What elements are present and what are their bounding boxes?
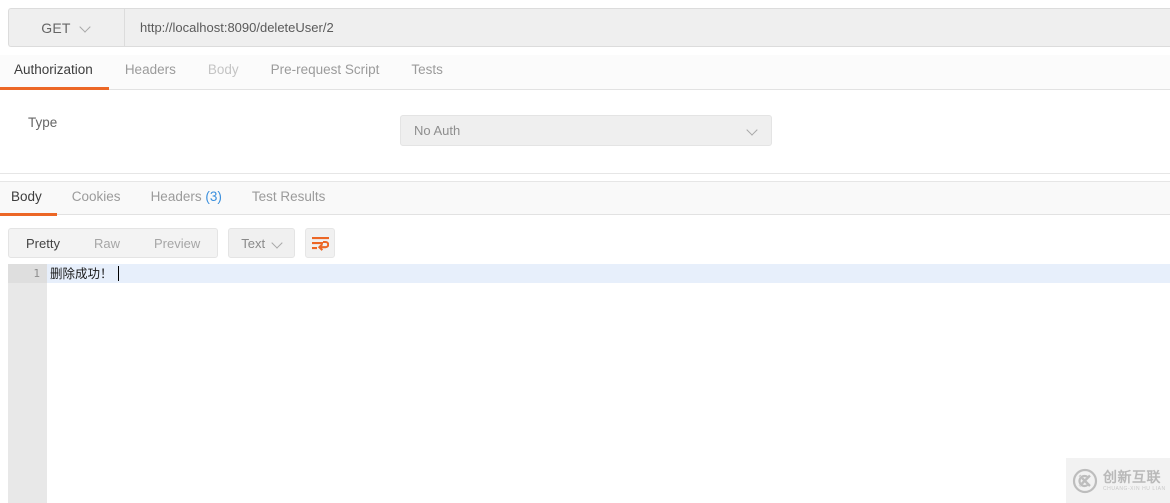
text-cursor-caret: [117, 266, 120, 281]
response-tab-body[interactable]: Body: [0, 182, 57, 216]
chevron-down-icon: [748, 125, 759, 136]
view-mode-pretty-label: Pretty: [26, 235, 60, 251]
view-mode-pretty[interactable]: Pretty: [9, 229, 77, 257]
response-format-select[interactable]: Text: [228, 228, 296, 258]
view-mode-raw-label: Raw: [93, 235, 120, 251]
watermark-text: 创新互联 CHUANG-XIN HU LIAN: [1103, 470, 1166, 492]
tab-body[interactable]: Body: [192, 55, 255, 89]
cx-circle-logo-icon: [1072, 468, 1098, 493]
response-view-mode-group: Pretty Raw Preview: [8, 228, 219, 258]
tab-pre-request-script-label: Pre-request Script: [270, 62, 380, 77]
auth-type-select[interactable]: No Auth: [400, 115, 772, 146]
tab-headers-label: Headers: [124, 62, 176, 77]
watermark-name-cn: 创新互联: [1103, 468, 1161, 485]
http-method-label: GET: [41, 19, 71, 36]
request-url-input[interactable]: http://localhost:8090/deleteUser/2: [125, 9, 1170, 46]
response-body-line: 删除成功！: [50, 264, 120, 283]
response-tab-body-label: Body: [11, 189, 42, 204]
response-tab-bar: Body Cookies Headers (3) Test Results: [0, 181, 1170, 216]
editor-active-line-highlight: [47, 264, 1170, 283]
auth-type-value: No Auth: [414, 123, 461, 138]
response-tab-test-results-label: Test Results: [251, 189, 326, 204]
watermark-name-en: CHUANG-XIN HU LIAN: [1103, 485, 1166, 492]
response-tab-cookies[interactable]: Cookies: [57, 182, 136, 215]
watermark: 创新互联 CHUANG-XIN HU LIAN: [1066, 458, 1170, 503]
editor-gutter: 1: [8, 264, 47, 503]
chevron-down-icon: [273, 238, 284, 249]
response-tab-cookies-label: Cookies: [71, 189, 121, 204]
response-tab-test-results[interactable]: Test Results: [237, 182, 341, 215]
http-method-selector[interactable]: GET: [9, 9, 125, 46]
response-headers-count: (3): [205, 189, 222, 204]
line-number: 1: [8, 264, 47, 283]
request-tab-bar: Authorization Headers Body Pre-request S…: [0, 55, 1170, 90]
tab-tests-label: Tests: [411, 62, 443, 77]
response-toolbar: Pretty Raw Preview Text: [0, 224, 1170, 262]
response-tab-headers-label: Headers: [150, 189, 202, 204]
tab-headers[interactable]: Headers: [109, 55, 192, 89]
response-format-value: Text: [241, 235, 266, 251]
view-mode-preview-label: Preview: [153, 235, 201, 251]
tab-authorization-label: Authorization: [14, 62, 93, 77]
word-wrap-toggle[interactable]: [305, 228, 336, 258]
tab-tests[interactable]: Tests: [395, 55, 459, 89]
view-mode-raw[interactable]: Raw: [77, 229, 137, 257]
tab-authorization[interactable]: Authorization: [0, 55, 109, 90]
view-mode-preview[interactable]: Preview: [137, 229, 217, 257]
authorization-pane: Type No Auth: [0, 91, 1170, 174]
response-body-editor[interactable]: 1 删除成功！: [0, 264, 1170, 503]
auth-type-label: Type: [28, 115, 58, 130]
response-tab-headers[interactable]: Headers (3): [136, 182, 237, 215]
chevron-down-icon: [81, 22, 92, 33]
tab-body-label: Body: [207, 62, 239, 77]
word-wrap-icon: [311, 236, 329, 251]
response-body-text: 删除成功！: [50, 266, 113, 281]
request-url-bar: GET http://localhost:8090/deleteUser/2: [8, 8, 1170, 47]
tab-pre-request-script[interactable]: Pre-request Script: [255, 55, 396, 89]
